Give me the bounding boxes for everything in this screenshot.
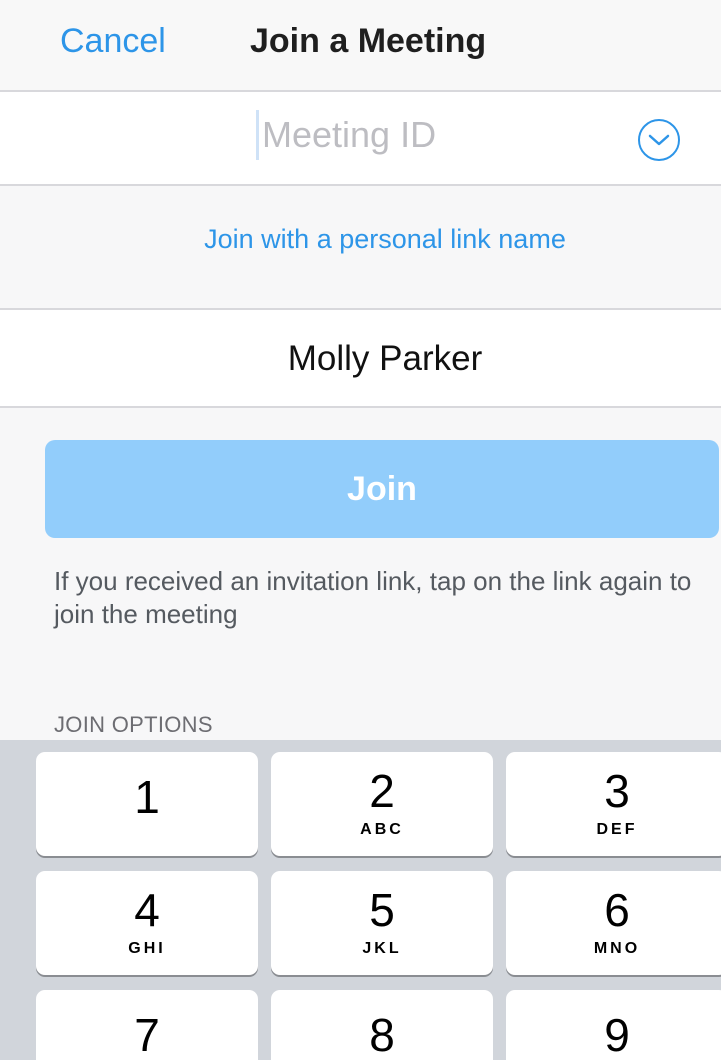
join-button[interactable]: Join — [45, 440, 719, 538]
join-options-header: JOIN OPTIONS — [54, 712, 213, 737]
meeting-id-history-button[interactable] — [638, 119, 680, 161]
key-4[interactable]: 4 GHI — [36, 871, 258, 975]
text-cursor — [256, 110, 259, 160]
key-3[interactable]: 3 DEF — [506, 752, 721, 856]
key-digit: 9 — [604, 1009, 630, 1060]
key-letters: ABC — [360, 821, 404, 838]
navigation-bar: Cancel Join a Meeting — [0, 0, 721, 92]
key-letters: JKL — [362, 940, 402, 957]
key-6[interactable]: 6 MNO — [506, 871, 721, 975]
key-digit: 5 — [369, 884, 395, 936]
key-2[interactable]: 2 ABC — [271, 752, 493, 856]
chevron-down-icon — [648, 134, 670, 146]
key-letters: MNO — [593, 940, 641, 957]
key-letters: GHI — [128, 940, 166, 957]
key-9[interactable]: 9 — [506, 990, 721, 1060]
key-1[interactable]: 1 — [36, 752, 258, 856]
key-digit: 3 — [604, 765, 630, 817]
join-personal-link-button[interactable]: Join with a personal link name — [0, 224, 721, 255]
key-digit: 1 — [134, 771, 160, 823]
key-digit: 7 — [134, 1009, 160, 1060]
meeting-id-input[interactable] — [262, 112, 562, 158]
key-digit: 6 — [604, 884, 630, 936]
key-digit: 8 — [369, 1009, 395, 1060]
key-letters: DEF — [596, 821, 638, 838]
key-8[interactable]: 8 — [271, 990, 493, 1060]
invitation-hint-text: If you received an invitation link, tap … — [54, 566, 692, 629]
cancel-button[interactable]: Cancel — [60, 22, 166, 61]
key-5[interactable]: 5 JKL — [271, 871, 493, 975]
key-7[interactable]: 7 — [36, 990, 258, 1060]
page-title: Join a Meeting — [250, 22, 487, 60]
key-digit: 4 — [134, 884, 160, 936]
key-digit: 2 — [369, 765, 395, 817]
display-name-input[interactable] — [0, 336, 721, 382]
numeric-keypad: 1 2 ABC 3 DEF 4 GHI 5 JKL 6 MNO 7 8 9 — [0, 740, 721, 1060]
